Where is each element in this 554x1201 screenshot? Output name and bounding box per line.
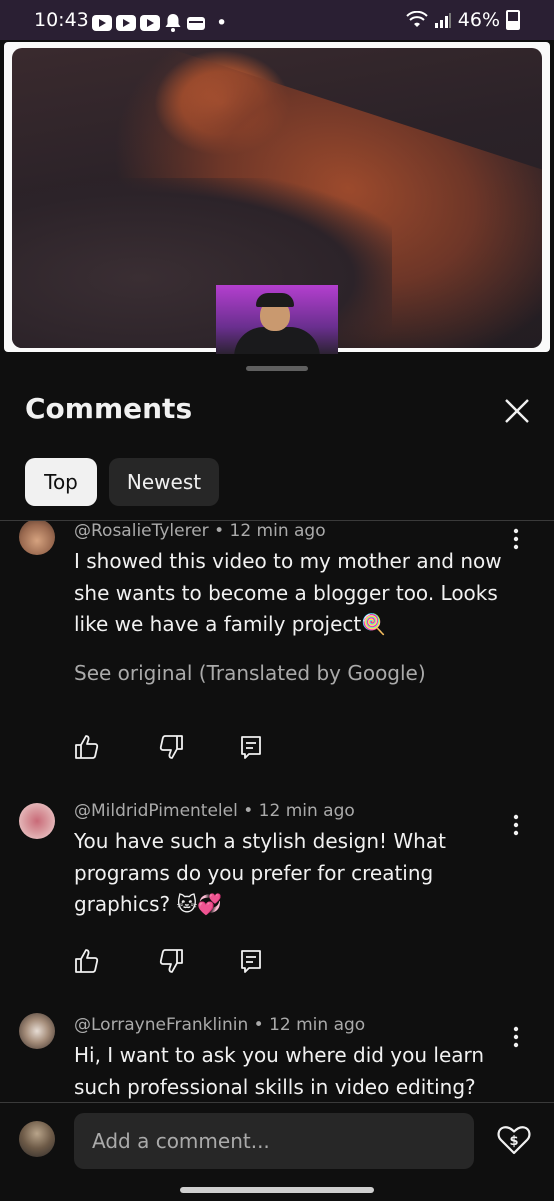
creator-cap — [256, 293, 294, 307]
more-options-icon[interactable] — [506, 527, 526, 551]
home-indicator[interactable] — [180, 1187, 374, 1193]
wallet-icon — [187, 17, 205, 30]
comment-text: I showed this video to my mother and now… — [74, 549, 502, 636]
drag-handle[interactable] — [246, 366, 308, 371]
add-comment-input[interactable]: Add a comment... — [74, 1113, 474, 1169]
comment-meta[interactable]: @LorrayneFranklinin • 12 min ago — [74, 1015, 365, 1035]
creator-body — [234, 327, 320, 355]
wifi-icon — [406, 11, 428, 27]
comment-text: You have such a stylish design! What pro… — [74, 829, 446, 916]
system-status: 46% — [406, 9, 520, 31]
creator-webcam-overlay — [216, 285, 338, 355]
status-dot: • — [216, 12, 228, 34]
reply-icon[interactable] — [237, 733, 265, 761]
comment-meta[interactable]: @RosalieTylerer • 12 min ago — [74, 521, 326, 541]
comment-meta[interactable]: @MildridPimentelel • 12 min ago — [74, 801, 355, 821]
comment-composer: Add a comment... $ — [0, 1102, 554, 1201]
reply-icon[interactable] — [237, 947, 265, 975]
dislike-icon[interactable] — [158, 733, 186, 761]
tab-newest[interactable]: Newest — [109, 458, 219, 506]
comment-text: Hi, I want to ask you where did you lear… — [74, 1043, 485, 1099]
video-player[interactable] — [4, 42, 550, 355]
like-icon[interactable] — [72, 947, 100, 975]
like-icon[interactable] — [72, 733, 100, 761]
svg-text:$: $ — [509, 1134, 518, 1149]
signal-icon — [434, 13, 451, 28]
bell-icon — [165, 14, 181, 32]
comments-sheet: Comments Top Newest @RosalieTylerer • 12… — [0, 354, 554, 1200]
comments-title: Comments — [25, 392, 193, 425]
dislike-icon[interactable] — [158, 947, 186, 975]
youtube-notification-icon — [92, 15, 112, 31]
more-options-icon[interactable] — [506, 1025, 526, 1049]
status-time: 10:43 — [34, 9, 89, 31]
avatar[interactable] — [19, 803, 55, 839]
notification-icons: • — [92, 12, 227, 34]
youtube-notification-icon — [140, 15, 160, 31]
my-avatar — [19, 1121, 55, 1157]
see-original-link[interactable]: See original (Translated by Google) — [74, 661, 426, 685]
avatar[interactable] — [19, 521, 55, 555]
super-thanks-icon[interactable]: $ — [496, 1121, 532, 1157]
battery-percentage: 46% — [457, 9, 500, 31]
battery-icon — [506, 10, 520, 30]
avatar[interactable] — [19, 1013, 55, 1049]
status-bar: 10:43 • 46% — [0, 0, 554, 40]
more-options-icon[interactable] — [506, 813, 526, 837]
tab-top[interactable]: Top — [25, 458, 97, 506]
close-icon[interactable] — [500, 394, 534, 428]
comments-list[interactable]: @RosalieTylerer • 12 min ago I showed th… — [0, 521, 554, 1101]
youtube-notification-icon — [116, 15, 136, 31]
